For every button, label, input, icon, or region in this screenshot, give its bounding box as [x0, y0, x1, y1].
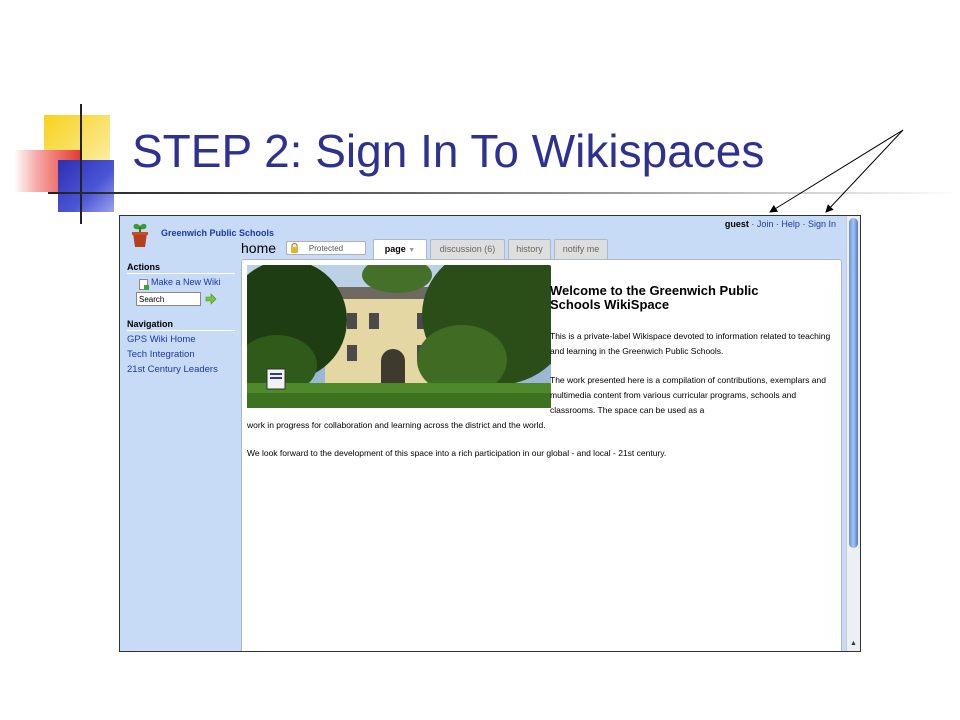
- tab-history[interactable]: history: [508, 239, 551, 259]
- scrollbar[interactable]: ▲: [846, 216, 860, 651]
- make-new-wiki-link[interactable]: Make a New Wiki: [151, 277, 221, 287]
- separator: ·: [775, 219, 779, 229]
- divider: [127, 330, 235, 331]
- divider: [127, 273, 235, 274]
- welcome-heading: Welcome to the Greenwich Public Schools …: [550, 283, 759, 312]
- intro-paragraph: This is a private-label Wikispace devote…: [550, 331, 831, 356]
- new-page-icon: [139, 279, 149, 290]
- decorative-blue-square: [58, 160, 114, 212]
- actions-heading: Actions: [127, 262, 161, 272]
- navigation-heading: Navigation: [127, 319, 174, 329]
- arrow-to-join: [769, 129, 904, 213]
- tab-discussion[interactable]: discussion (6): [430, 239, 505, 259]
- protected-label: Protected: [308, 244, 344, 253]
- content-pane: Welcome to the Greenwich Public Schools …: [241, 259, 842, 651]
- separator: ·: [751, 219, 755, 229]
- help-link[interactable]: Help: [781, 219, 800, 229]
- scroll-thumb[interactable]: [849, 218, 858, 548]
- site-name[interactable]: Greenwich Public Schools: [161, 228, 274, 238]
- decorative-vertical-line: [80, 104, 82, 224]
- guest-label: guest: [724, 219, 749, 229]
- go-arrow-icon[interactable]: [205, 293, 217, 305]
- work-paragraph-part2: work in progress for collaboration and l…: [247, 420, 546, 430]
- lock-icon: [291, 243, 298, 253]
- protected-badge: Protected: [286, 241, 366, 255]
- flower-pot-logo-icon: [132, 223, 148, 247]
- nav-item-tech-integration[interactable]: Tech Integration: [127, 349, 195, 360]
- tab-notify-me[interactable]: notify me: [554, 239, 608, 259]
- user-links: guest · Join · Help · Sign In: [725, 219, 836, 229]
- wikispaces-screenshot: Greenwich Public Schools guest · Join · …: [119, 215, 861, 652]
- arrow-to-sign-in: [825, 129, 904, 213]
- page-name: home: [241, 240, 277, 256]
- closing-paragraph: We look forward to the development of th…: [247, 448, 667, 458]
- join-link[interactable]: Join: [757, 219, 774, 229]
- dropdown-triangle-icon[interactable]: ▼: [408, 247, 415, 254]
- nav-item-gps-wiki-home[interactable]: GPS Wiki Home: [127, 334, 196, 345]
- slide: STEP 2: Sign In To Wikispaces Greenwich …: [0, 0, 960, 720]
- decorative-horizontal-line: [48, 192, 960, 194]
- nav-item-21st-century-leaders[interactable]: 21st Century Leaders: [127, 364, 218, 375]
- scroll-up-icon[interactable]: ▲: [850, 640, 857, 647]
- separator: ·: [802, 219, 806, 229]
- sign-in-link[interactable]: Sign In: [808, 219, 836, 229]
- sidebar: Actions Make a New Wiki Navigation GPS W…: [120, 260, 241, 651]
- tab-page-label: page: [384, 244, 406, 254]
- school-building-photo: [247, 265, 551, 408]
- work-paragraph-part1: The work presented here is a compilation…: [550, 375, 826, 415]
- tab-page[interactable]: page ▼: [373, 239, 427, 260]
- search-input[interactable]: [136, 292, 201, 306]
- slide-title: STEP 2: Sign In To Wikispaces: [132, 125, 765, 177]
